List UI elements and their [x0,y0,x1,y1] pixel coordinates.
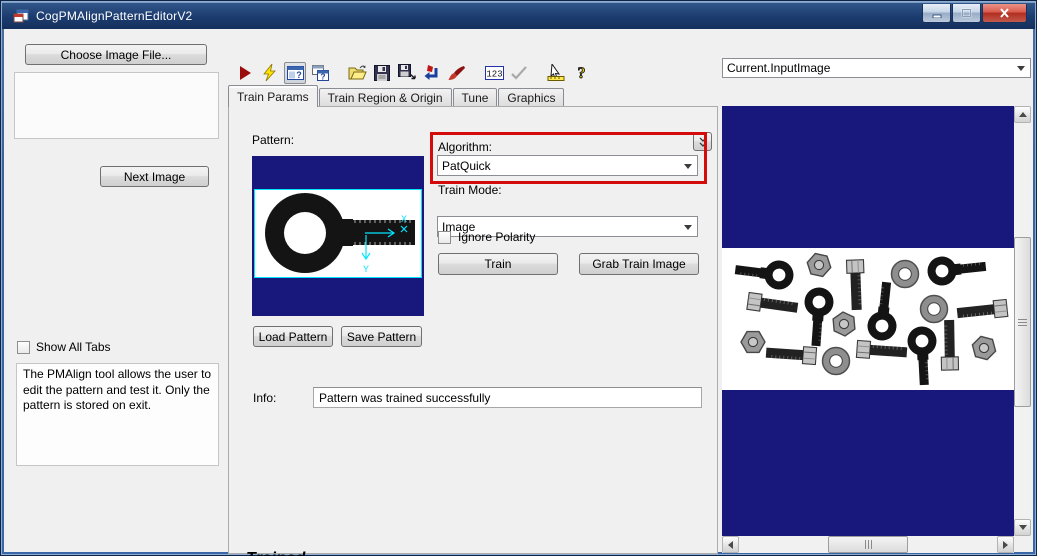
show-all-tabs-label: Show All Tabs [36,340,111,354]
thumb-grip-icon [868,540,869,549]
chevron-down-icon [684,164,692,169]
record-selector-dropdown[interactable]: Current.InputImage [722,58,1031,78]
horizontal-scroll-thumb[interactable] [828,536,908,553]
arrow-up-icon [1019,112,1027,117]
info-label: Info: [253,391,276,405]
number-display-icon[interactable]: 123 [483,62,505,84]
electric-window-icon[interactable]: ? [284,62,306,84]
train-params-page: Pattern: [228,106,718,554]
algorithm-dropdown[interactable]: PatQuick [437,155,698,176]
svg-text:Y: Y [363,264,369,274]
chevron-down-icon [1017,66,1025,71]
scroll-down-button[interactable] [1014,519,1031,536]
info-textbox[interactable]: Pattern was trained successfully [313,387,702,408]
expand-panel-button[interactable] [693,132,712,151]
show-all-tabs-checkbox[interactable] [17,341,30,354]
tab-tune[interactable]: Tune [453,88,498,107]
minimize-button[interactable] [922,4,951,23]
save-as-icon[interactable] [396,62,418,84]
save-pattern-button[interactable]: Save Pattern [341,326,422,347]
pattern-label: Pattern: [252,133,294,147]
ignore-polarity-checkbox[interactable] [438,231,451,244]
save-icon[interactable] [371,62,393,84]
thumb-grip-icon [1018,322,1027,323]
floating-window-icon[interactable]: ? [309,62,331,84]
next-image-button[interactable]: Next Image [100,166,209,187]
chevron-down-icon [684,225,692,230]
load-pattern-button[interactable]: Load Pattern [253,326,333,347]
input-image-band [722,248,1014,390]
maximize-button[interactable] [952,4,981,23]
client-area: Choose Image File... Next Image Show All… [4,29,1033,552]
train-mode-label: Train Mode: [438,183,502,197]
run-icon[interactable] [234,62,256,84]
svg-text:?: ? [320,71,325,81]
ruler-pointer-icon[interactable] [545,62,567,84]
nuts-and-bolts-graphic [722,248,1014,390]
train-button[interactable]: Train [438,253,558,275]
arrow-left-icon [728,541,733,549]
tool-description-box: The PMAlign tool allows the user to edit… [16,363,219,466]
help-icon[interactable]: ? [570,62,592,84]
arrow-down-icon [1019,525,1027,530]
app-form-icon [13,8,29,24]
tab-graphics[interactable]: Graphics [498,88,564,107]
arrow-right-icon [1003,541,1008,549]
window-title: CogPMAlignPatternEditorV2 [36,9,192,23]
grab-train-image-button[interactable]: Grab Train Image [579,253,699,275]
paintbrush-icon[interactable] [446,62,468,84]
scroll-up-button[interactable] [1014,106,1031,123]
app-window: CogPMAlignPatternEditorV2 Choose Image F… [0,0,1037,556]
input-image-display [722,106,1014,536]
open-file-icon[interactable] [346,62,368,84]
algorithm-label: Algorithm: [438,140,492,154]
ignore-polarity-row: Ignore Polarity [438,230,535,244]
svg-text:?: ? [296,70,302,80]
eyebolt-pattern-graphic: X Y [255,190,421,277]
tab-train-region-origin[interactable]: Train Region & Origin [319,88,452,107]
reset-icon[interactable] [421,62,443,84]
title-bar[interactable]: CogPMAlignPatternEditorV2 [2,2,1035,29]
pattern-image-display: X Y [252,156,424,316]
tab-train-params[interactable]: Train Params [228,85,318,107]
vertical-scroll-thumb[interactable] [1014,237,1031,407]
main-toolbar: ? ? 123 [234,60,595,85]
image-horizontal-scrollbar[interactable] [722,536,1014,553]
electric-run-icon[interactable] [259,62,281,84]
scroll-right-button[interactable] [997,536,1014,553]
close-button[interactable] [982,4,1027,23]
ignore-polarity-label: Ignore Polarity [458,230,535,244]
image-file-preview-box [14,72,219,139]
choose-image-file-button[interactable]: Choose Image File... [25,44,207,65]
pattern-image-band: X Y [254,189,422,278]
pattern-editor-tabs: Train Params Train Region & Origin Tune … [228,85,718,554]
svg-text:?: ? [577,65,585,81]
svg-text:X: X [401,214,407,224]
pen-check-disabled-icon [508,62,530,84]
tab-strip: Train Params Train Region & Origin Tune … [228,85,565,107]
svg-text:123: 123 [486,69,502,79]
scroll-left-button[interactable] [722,536,739,553]
show-all-tabs-row: Show All Tabs [17,340,111,354]
image-vertical-scrollbar[interactable] [1014,106,1031,536]
trained-status-text: Trained [246,550,306,556]
